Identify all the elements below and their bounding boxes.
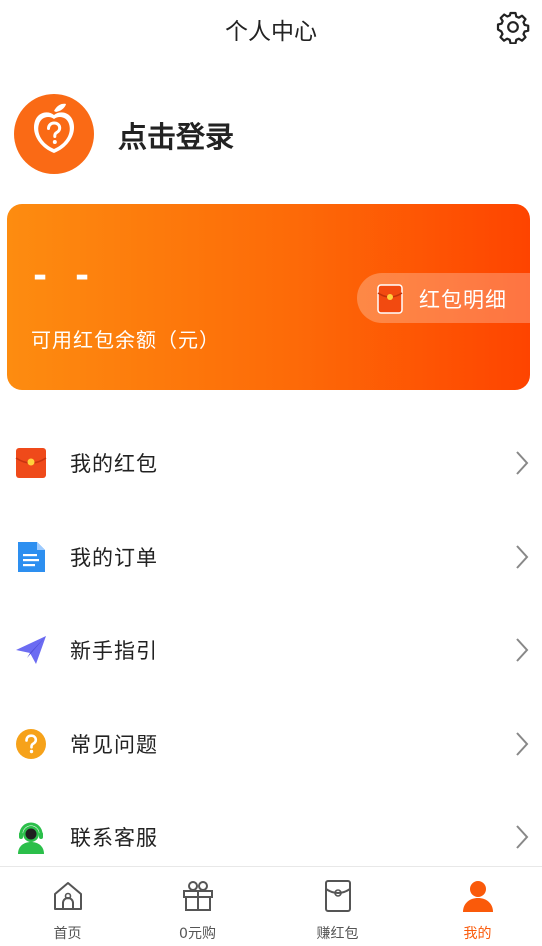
tab-zero-yuan-buy[interactable]: 0元购 (130, 867, 265, 946)
tab-label: 首页 (53, 926, 82, 942)
chevron-right-icon (516, 731, 529, 756)
header: 个人中心 (0, 0, 542, 56)
customer-service-icon (18, 822, 44, 854)
tab-earn-red-envelope[interactable]: 赚红包 (270, 867, 405, 946)
balance-value: - - (33, 256, 98, 296)
gear-icon[interactable] (496, 10, 530, 44)
menu-label: 联系客服 (70, 826, 158, 850)
balance-label: 可用红包余额（元） (31, 328, 220, 352)
question-icon (16, 728, 46, 759)
chevron-right-icon (516, 638, 529, 662)
document-icon (18, 541, 45, 572)
tab-home[interactable]: 首页 (0, 867, 135, 946)
chevron-right-icon (516, 825, 529, 849)
menu-item-my-orders[interactable]: 我的订单 (0, 510, 542, 604)
gift-icon (182, 881, 213, 911)
chevron-right-icon (516, 544, 529, 569)
home-icon (53, 882, 82, 910)
tab-mine[interactable]: 我的 (410, 867, 542, 946)
envelope-icon (324, 880, 351, 912)
peach-question-icon (33, 103, 75, 153)
red-envelope-detail-button[interactable]: 红包明细 (357, 273, 530, 323)
red-envelope-icon (377, 284, 403, 314)
menu-label: 新手指引 (70, 639, 158, 663)
menu-label: 我的红包 (70, 452, 158, 476)
profile-section[interactable]: 点击登录 (14, 94, 494, 174)
menu-list: 我的红包 我的订单 新手指引 常见问题 联系客服 (0, 416, 542, 884)
menu-item-beginner-guide[interactable]: 新手指引 (0, 603, 542, 697)
tab-label: 赚红包 (316, 926, 359, 942)
menu-item-my-red-envelopes[interactable]: 我的红包 (0, 416, 542, 510)
tab-label: 0元购 (179, 926, 216, 942)
menu-item-faq[interactable]: 常见问题 (0, 697, 542, 791)
red-envelope-detail-label: 红包明细 (419, 288, 507, 312)
bottom-tab-bar: 首页 0元购 赚红包 我的 (0, 866, 542, 946)
tab-label: 我的 (463, 926, 492, 942)
red-envelope-icon (15, 448, 47, 478)
menu-label: 常见问题 (70, 732, 158, 757)
avatar[interactable] (14, 94, 94, 174)
login-link[interactable]: 点击登录 (118, 114, 234, 156)
chevron-right-icon (516, 451, 529, 475)
balance-card: - - 可用红包余额（元） 红包明细 (7, 204, 530, 390)
user-icon (462, 881, 493, 912)
paper-plane-icon (16, 636, 46, 664)
menu-label: 我的订单 (70, 545, 158, 570)
page-title: 个人中心 (225, 19, 317, 45)
